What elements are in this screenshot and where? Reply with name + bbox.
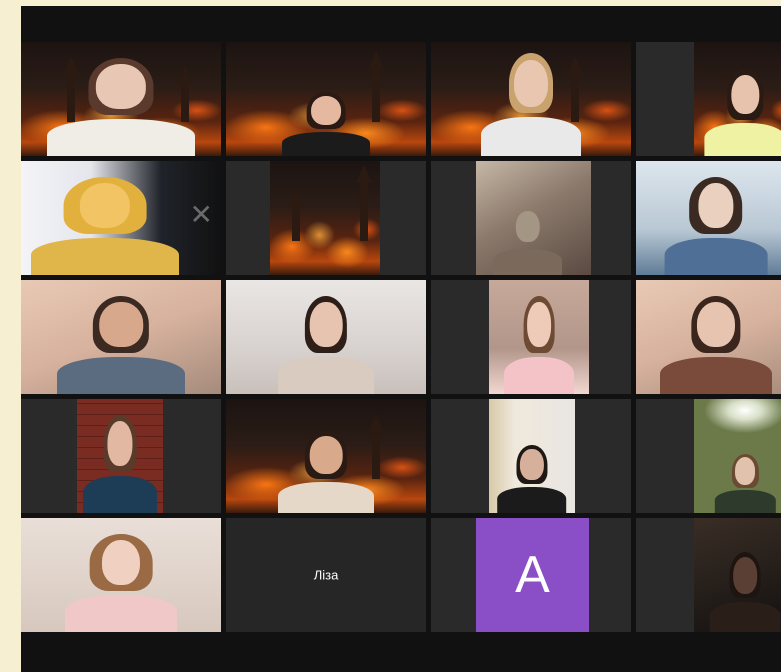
participant-video [636,280,781,394]
participant-video [431,42,631,156]
participant-person [664,176,768,275]
participant-video [226,280,426,394]
participant-video [489,280,589,394]
participant-person [714,453,776,513]
participant-video [489,399,575,513]
participant-person [493,207,563,275]
participant-video [694,399,781,513]
participant-tile[interactable] [431,399,631,513]
participant-tile[interactable] [636,518,781,632]
participant-tile[interactable] [431,280,631,394]
participant-tile[interactable] [226,161,426,275]
participant-video: ✕ [21,161,221,275]
participant-tile[interactable] [226,280,426,394]
participant-video [694,42,781,156]
participant-tile[interactable] [636,42,781,156]
bottom-bar [21,632,781,672]
participant-person [660,295,772,394]
close-icon: ✕ [189,199,213,230]
participant-tile[interactable] [431,161,631,275]
participant-person [704,69,781,156]
participant-video [77,399,163,513]
participant-tile[interactable] [21,399,221,513]
participant-grid: ✕ Ліза A [21,42,781,634]
participant-tile[interactable] [21,42,221,156]
participant-tile[interactable] [21,518,221,632]
avatar-initial: A [515,546,550,604]
participant-person [65,533,177,632]
participant-video [21,280,221,394]
participant-video [21,42,221,156]
participant-tile[interactable] [636,399,781,513]
participant-video [636,161,781,275]
participant-name: Ліза [313,567,339,583]
participant-tile-avatar[interactable]: A [431,518,631,632]
participant-tile[interactable] [21,280,221,394]
participant-video [270,161,380,275]
participant-tile[interactable] [636,161,781,275]
participant-video [476,161,591,275]
participant-tile[interactable] [431,42,631,156]
participant-video [21,518,221,632]
participant-person [497,444,567,513]
meeting-window: ✕ Ліза A [21,6,781,672]
participant-tile-name-only[interactable]: Ліза [226,518,426,632]
participant-person [504,295,574,394]
participant-video [694,518,781,632]
participant-person [57,295,185,394]
participant-person [709,552,781,632]
avatar: A [476,518,589,632]
participant-video [226,399,426,513]
participant-tile[interactable] [226,42,426,156]
participant-person [278,295,374,394]
participant-person [481,53,581,156]
participant-person [47,57,195,156]
participant-person [282,92,370,156]
participant-person [31,176,179,275]
participant-tile[interactable]: ✕ [21,161,221,275]
participant-person [83,414,157,513]
participant-video [226,42,426,156]
participant-tile[interactable] [636,280,781,394]
participant-person [278,430,374,513]
participant-tile[interactable] [226,399,426,513]
